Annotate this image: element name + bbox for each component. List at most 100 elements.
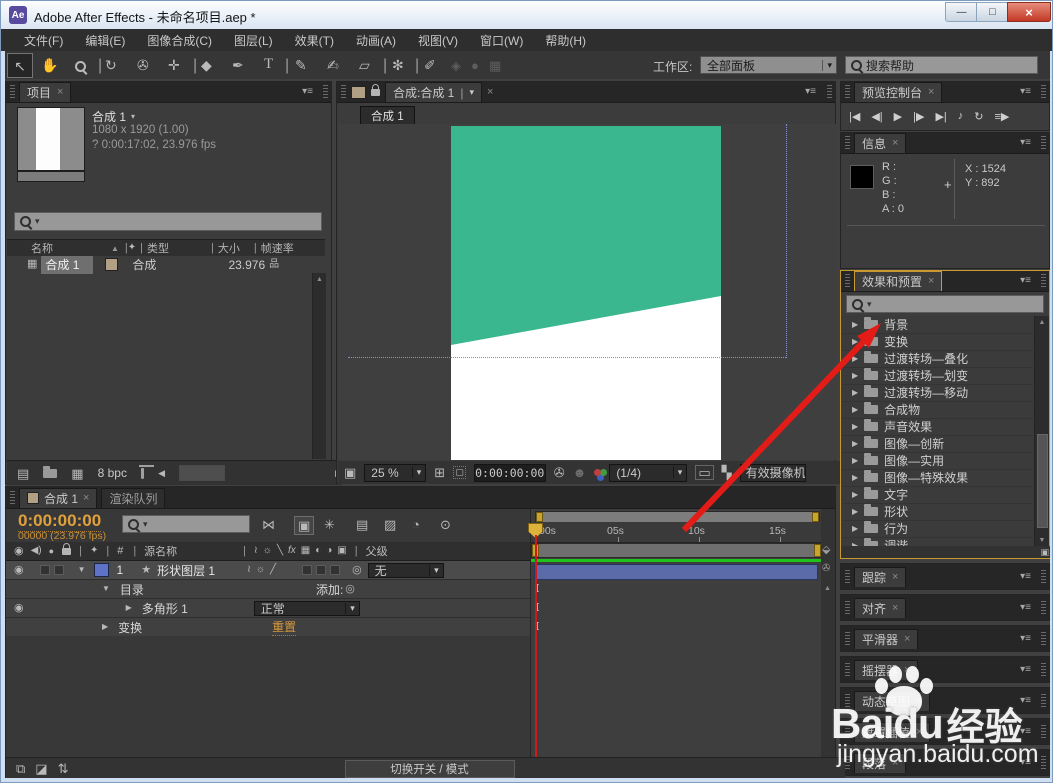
- pan-behind-tool[interactable]: ✛: [168, 58, 180, 72]
- comp-marker-icon[interactable]: ⬙: [822, 543, 830, 556]
- effects-search-input[interactable]: ▾: [846, 295, 1044, 313]
- tab-project[interactable]: 项目 ×: [19, 82, 72, 102]
- pin-tool[interactable]: ✐: [424, 58, 436, 72]
- resolution-select[interactable]: (1/4) ▾: [609, 463, 688, 482]
- caret-right-icon[interactable]: ▶: [852, 354, 858, 363]
- menu-composition[interactable]: 图像合成(C): [136, 32, 223, 49]
- prev-frame-button[interactable]: ◀|: [871, 110, 882, 123]
- panel-drag-grip[interactable]: [10, 490, 15, 505]
- eye-icon[interactable]: ◉: [14, 545, 24, 557]
- panel-drag-grip[interactable]: [10, 85, 15, 99]
- list-item-behaviors[interactable]: ▶ 行为: [842, 520, 1033, 538]
- comp-navigator-button[interactable]: 合成 1: [360, 106, 415, 125]
- trash-icon[interactable]: [138, 464, 155, 479]
- frame-blend-switch-icon[interactable]: ▦: [301, 546, 310, 556]
- project-search-input[interactable]: ▾: [14, 212, 322, 231]
- quality-switch-icon[interactable]: ╱: [270, 565, 276, 575]
- workspace-select[interactable]: 全部面板 ▾: [700, 56, 837, 74]
- scroll-down-icon[interactable]: ▼: [1035, 534, 1049, 546]
- list-item-text[interactable]: ▶ 文字: [842, 486, 1033, 504]
- panel-drag-grip[interactable]: [845, 274, 850, 288]
- time-ruler[interactable]: 00s 05s 10s 15s: [531, 522, 822, 543]
- close-icon[interactable]: ×: [892, 571, 898, 583]
- menu-view[interactable]: 视图(V): [407, 32, 469, 49]
- tab-preview[interactable]: 预览控制台 ×: [854, 82, 943, 102]
- work-area-end-handle[interactable]: [814, 544, 821, 557]
- comp-row-name[interactable]: 合成 1: [41, 255, 94, 274]
- new-preset-icon[interactable]: ▣: [1040, 547, 1049, 557]
- menu-layer[interactable]: 图层(L): [223, 32, 284, 49]
- close-icon[interactable]: ×: [928, 87, 934, 98]
- snapshot-icon[interactable]: ✇: [554, 466, 565, 479]
- menu-edit[interactable]: 编辑(E): [74, 32, 136, 49]
- panel-menu-icon[interactable]: ▾≡: [302, 87, 313, 97]
- hide-shy-icon[interactable]: ▤: [356, 518, 368, 531]
- panel-drag-grip[interactable]: [845, 600, 850, 615]
- next-frame-button[interactable]: |▶: [913, 110, 924, 123]
- panel-drag-grip[interactable]: [1041, 85, 1046, 99]
- list-item-image-utility[interactable]: ▶ 图像—实用: [842, 452, 1033, 470]
- cti-line[interactable]: [535, 535, 537, 757]
- panel-menu-icon[interactable]: ▾≡: [1020, 602, 1031, 613]
- tab-smoother[interactable]: 平滑器 ×: [854, 628, 919, 649]
- collapse-caret-icon[interactable]: ▶: [126, 604, 132, 612]
- navigator-end-handle[interactable]: [812, 512, 819, 522]
- tab-tracker[interactable]: 跟踪 ×: [854, 566, 907, 587]
- eye-icon[interactable]: ◉: [14, 564, 24, 576]
- comp-timecode[interactable]: 0:00:00:00: [473, 463, 546, 482]
- list-item-sound-effects[interactable]: ▶ 声音效果: [842, 418, 1033, 436]
- scroll-up-icon[interactable]: ▲: [1035, 316, 1049, 328]
- auto-keyframe-icon[interactable]: ⊙: [440, 518, 451, 531]
- switch-cell[interactable]: [302, 565, 313, 575]
- caret-right-icon[interactable]: ▶: [852, 490, 858, 499]
- show-snapshot-icon[interactable]: ☻: [573, 466, 587, 479]
- frame-blend-icon[interactable]: ▨: [384, 518, 396, 531]
- expand-caret-icon[interactable]: ▼: [102, 585, 110, 593]
- panel-drag-grip[interactable]: [1041, 136, 1046, 150]
- scroll-left-icon[interactable]: ◀: [158, 468, 165, 478]
- interpret-footage-icon[interactable]: ▤: [17, 467, 29, 480]
- index-column[interactable]: #: [117, 545, 123, 557]
- effects-scrollbar[interactable]: ▲ ▼: [1034, 316, 1049, 546]
- navigator-start-handle[interactable]: [536, 512, 543, 522]
- menu-file[interactable]: 文件(F): [13, 32, 74, 49]
- current-timecode[interactable]: 0:00:00:00: [18, 511, 102, 532]
- tab-paragraph[interactable]: 段落 ×: [854, 752, 907, 773]
- caret-down-icon[interactable]: ▾: [131, 112, 135, 121]
- green-shape-layer[interactable]: [451, 126, 721, 345]
- close-icon[interactable]: ×: [892, 602, 898, 614]
- panel-menu-icon[interactable]: ▾≡: [805, 87, 816, 97]
- blend-mode-select[interactable]: 正常 ▾: [253, 600, 360, 616]
- brainstorm-icon[interactable]: ✳: [324, 518, 335, 531]
- close-icon[interactable]: ×: [83, 492, 89, 504]
- menu-effect[interactable]: 效果(T): [284, 32, 345, 49]
- fx-switch-icon[interactable]: fx: [288, 546, 296, 556]
- caret-right-icon[interactable]: ▶: [852, 405, 858, 414]
- project-row-comp1[interactable]: ▦ 合成 1 合成 23.976 品: [7, 255, 325, 274]
- lock-icon[interactable]: [62, 542, 72, 555]
- selection-tool[interactable]: ↖: [7, 53, 33, 78]
- scrollbar-thumb[interactable]: [1037, 434, 1048, 528]
- always-preview-icon[interactable]: ▣: [344, 466, 356, 479]
- panel-drag-grip[interactable]: [323, 85, 328, 99]
- parent-select[interactable]: 无 ▾: [367, 562, 444, 578]
- panel-drag-grip[interactable]: [1041, 631, 1046, 646]
- transform-label[interactable]: 变换: [118, 619, 142, 636]
- close-icon[interactable]: ×: [928, 276, 934, 287]
- panel-drag-grip[interactable]: [845, 724, 850, 739]
- contents-row[interactable]: ▼ 目录 添加: ◎: [6, 580, 530, 599]
- toggle-switches-modes-button[interactable]: 切换开关 / 模式: [344, 759, 515, 778]
- lock-icon[interactable]: [371, 83, 380, 96]
- menu-help[interactable]: 帮助(H): [534, 32, 597, 49]
- minimize-button[interactable]: —: [945, 2, 978, 22]
- audio-cell[interactable]: [39, 565, 50, 575]
- collapse-switch-icon[interactable]: ☼: [256, 565, 265, 575]
- caret-right-icon[interactable]: ▶: [852, 524, 858, 533]
- list-item-transitions-dissolve[interactable]: ▶ 过渡转场—叠化: [842, 350, 1033, 368]
- tag-icon[interactable]: ✦: [128, 243, 136, 253]
- panel-drag-grip[interactable]: [845, 693, 850, 708]
- panel-menu-icon[interactable]: ▾≡: [1020, 757, 1031, 768]
- sort-up-icon[interactable]: ▲: [111, 244, 119, 253]
- parent-column[interactable]: 父级: [366, 543, 388, 559]
- tab-motion-sketch[interactable]: 动态草图 ×: [854, 690, 931, 711]
